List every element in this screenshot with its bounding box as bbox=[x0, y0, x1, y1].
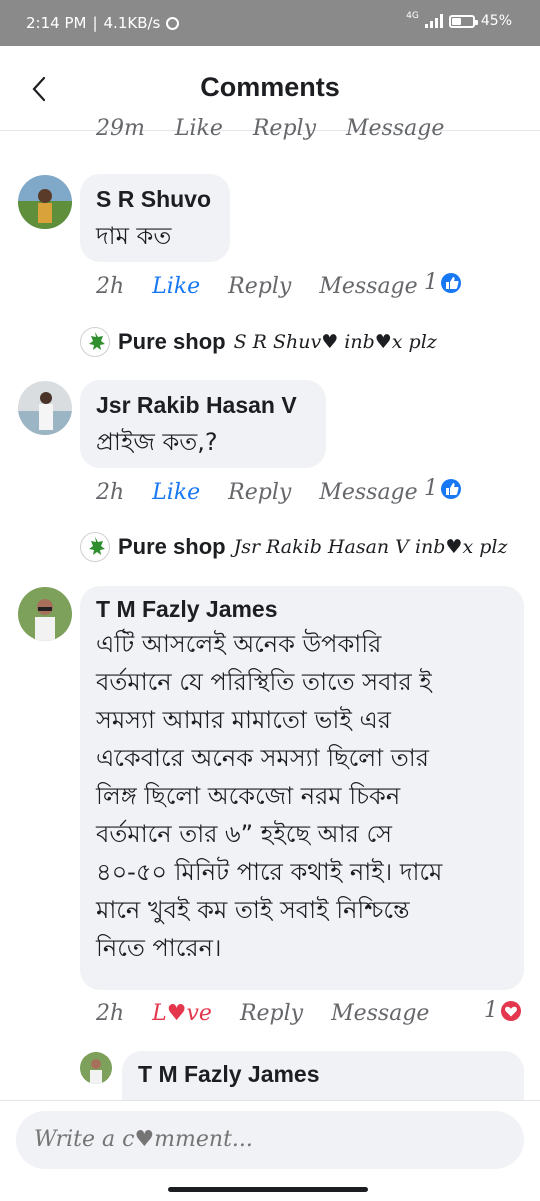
comment-bubble[interactable]: S R Shuvo দাম কত bbox=[80, 174, 230, 262]
avatar bbox=[80, 532, 110, 562]
comment-line: লিঙ্গ ছিলো অকেজো নরম চিকন bbox=[96, 782, 401, 810]
reaction-count[interactable]: 1 bbox=[484, 998, 522, 1023]
reply-link[interactable]: Reply bbox=[240, 1001, 303, 1026]
message-link[interactable]: Message bbox=[319, 480, 417, 505]
previous-reply-link[interactable]: Reply bbox=[253, 118, 316, 140]
like-link[interactable]: Like bbox=[152, 480, 200, 505]
comment-line: সমস্যা আমার মামাতো ভাই এর bbox=[96, 706, 391, 734]
comment-line: নিতে পারেন। bbox=[96, 934, 222, 962]
message-link[interactable]: Message bbox=[331, 1001, 429, 1026]
like-reaction-icon bbox=[441, 272, 461, 293]
comment-line: বর্তমানে যে পরিস্থিতি তাতে সবার ই bbox=[96, 668, 432, 696]
comment-time: 2h bbox=[96, 480, 125, 505]
comment-actions: 2h Like Reply Message bbox=[96, 274, 418, 299]
comment-actions: 2h L♥ve Reply Message bbox=[96, 1001, 429, 1026]
signal-icon bbox=[424, 14, 443, 28]
reply-author: Pure shop bbox=[118, 534, 226, 559]
comment-line: বর্তমানে তার ৬” হইছে আর সে bbox=[96, 820, 393, 848]
reply-link[interactable]: Reply bbox=[228, 480, 291, 505]
comment-text: দাম কত bbox=[96, 222, 172, 250]
reply-preview[interactable]: Pure shop S R Shuv♥ inb♥x plz bbox=[80, 327, 437, 357]
home-indicator bbox=[168, 1187, 368, 1192]
like-link[interactable]: Like bbox=[152, 274, 200, 299]
comment-line: এটি আসলেই অনেক উপকারি bbox=[96, 630, 382, 658]
comment-composer bbox=[0, 1100, 540, 1201]
reply-preview[interactable]: Pure shop Jsr Rakib Hasan V inb♥x plz bbox=[80, 532, 507, 562]
comment-line: ৪০-৫০ মিনিট পারে কথাই নাই। দামে bbox=[96, 858, 443, 886]
battery-icon bbox=[448, 14, 478, 28]
avatar[interactable] bbox=[80, 1052, 112, 1084]
reply-author[interactable]: T M Fazly James bbox=[138, 1061, 508, 1088]
comment-author[interactable]: S R Shuvo bbox=[96, 186, 214, 213]
comment-author[interactable]: Jsr Rakib Hasan V bbox=[96, 392, 310, 419]
comment-author[interactable]: T M Fazly James bbox=[96, 596, 508, 623]
network-label: 4G bbox=[406, 11, 419, 21]
comment-line: একেবারে অনেক সমস্যা ছিলো তার bbox=[96, 744, 429, 772]
battery-percent: 45% bbox=[480, 13, 512, 29]
status-bar: 2:14 PM | 4.1KB/s 4G 45% bbox=[0, 0, 540, 46]
previous-comment-actions: 29m Like Reply Message bbox=[96, 118, 444, 140]
comment-time: 2h bbox=[96, 1001, 125, 1026]
avatar[interactable] bbox=[18, 175, 72, 229]
love-link[interactable]: L♥ve bbox=[152, 1001, 212, 1026]
status-speed: 4.1KB/s bbox=[103, 14, 161, 32]
reply-author: Pure shop bbox=[118, 329, 226, 354]
page-title: Comments bbox=[200, 72, 340, 102]
comment-text: প্রাইজ কত,? bbox=[96, 428, 218, 456]
alarm-icon bbox=[166, 16, 180, 30]
previous-time: 29m bbox=[96, 118, 145, 140]
comment-time: 2h bbox=[96, 274, 125, 299]
previous-message-link[interactable]: Message bbox=[346, 118, 444, 140]
avatar[interactable] bbox=[18, 587, 72, 641]
battery-fill bbox=[451, 17, 461, 25]
reaction-count[interactable]: 1 bbox=[424, 476, 462, 501]
message-link[interactable]: Message bbox=[319, 274, 417, 299]
status-time: 2:14 PM bbox=[26, 14, 87, 32]
comment-text: এটি আসলেই অনেক উপকারি বর্তমানে যে পরিস্থ… bbox=[96, 625, 508, 967]
status-divider: | bbox=[92, 14, 98, 32]
comment-line: মানে খুবই কম তাই সবাই নিশ্চিন্তে bbox=[96, 896, 410, 924]
comment-bubble[interactable]: T M Fazly James এটি আসলেই অনেক উপকারি বর… bbox=[80, 586, 524, 990]
like-reaction-icon bbox=[441, 478, 461, 499]
previous-like-link[interactable]: Like bbox=[175, 118, 223, 140]
avatar[interactable] bbox=[18, 381, 72, 435]
comment-input[interactable] bbox=[16, 1111, 524, 1169]
avatar bbox=[80, 327, 110, 357]
love-reaction-icon bbox=[501, 1000, 521, 1021]
comment-bubble[interactable]: Jsr Rakib Hasan V প্রাইজ কত,? bbox=[80, 380, 326, 468]
reply-text: S R Shuv♥ inb♥x plz bbox=[233, 331, 437, 353]
reaction-count[interactable]: 1 bbox=[424, 270, 462, 295]
reply-text: Jsr Rakib Hasan V inb♥x plz bbox=[233, 536, 508, 558]
comment-actions: 2h Like Reply Message bbox=[96, 480, 418, 505]
reply-link[interactable]: Reply bbox=[228, 274, 291, 299]
